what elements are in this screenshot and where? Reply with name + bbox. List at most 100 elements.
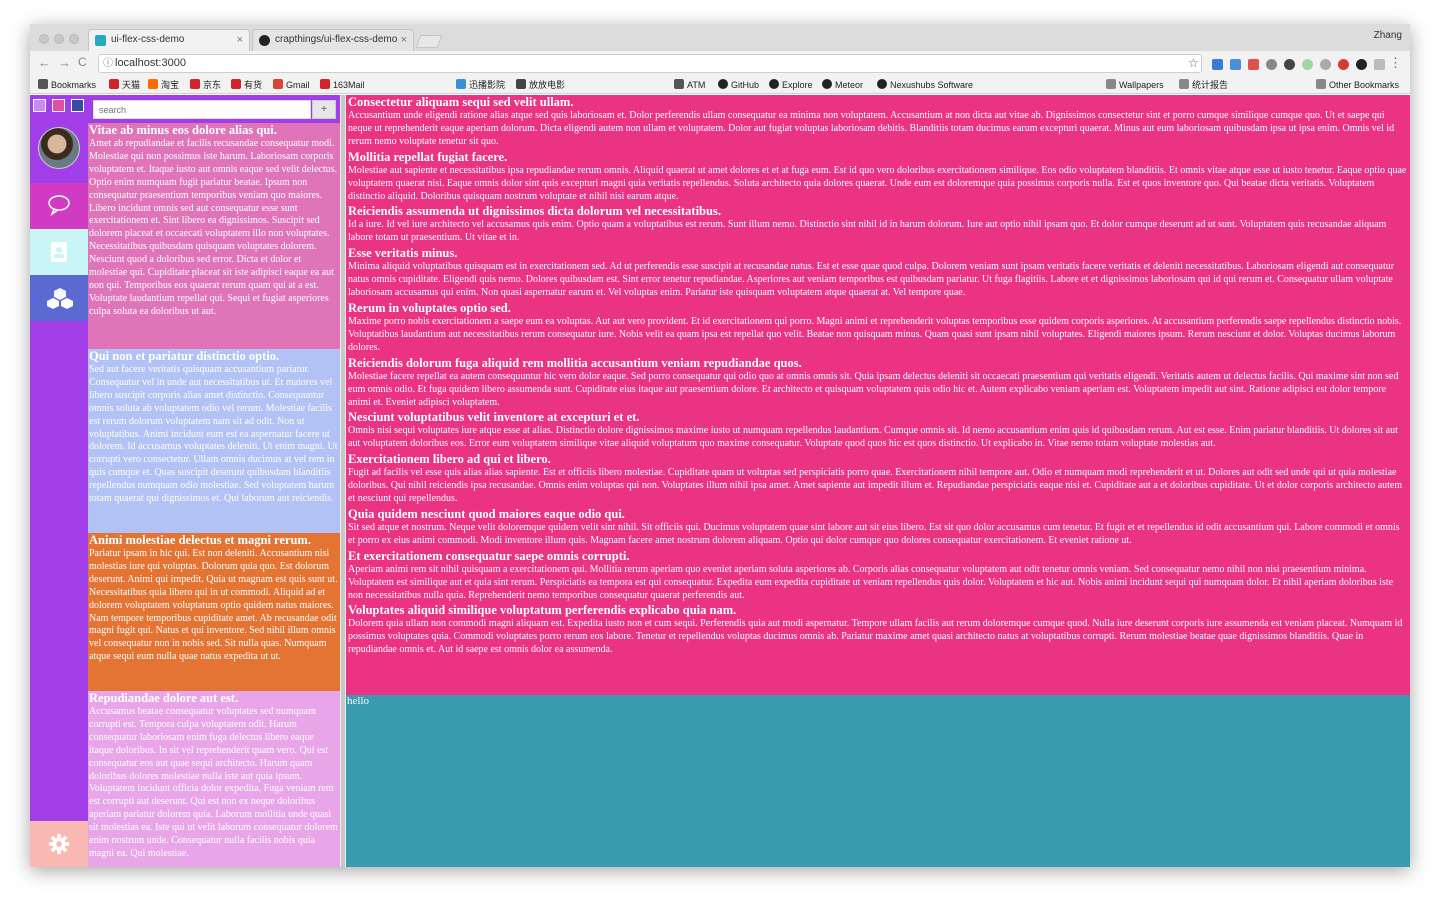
maximize-app-icon[interactable]	[71, 99, 84, 112]
extension-icon[interactable]	[1230, 59, 1241, 70]
close-window-icon[interactable]	[39, 34, 49, 44]
bookmark-item[interactable]: 163Mail	[320, 79, 365, 91]
extension-icon[interactable]	[1302, 59, 1313, 70]
section-title: Voluptates aliquid similique voluptatum …	[348, 603, 737, 618]
window-controls	[30, 95, 88, 117]
section-title: Nesciunt voluptatibus velit inventore at…	[348, 410, 640, 425]
bookmark-item[interactable]: Meteor	[822, 79, 863, 91]
gmail-icon	[273, 79, 283, 89]
new-tab-button[interactable]	[415, 35, 443, 48]
atom-icon	[674, 79, 684, 89]
extension-icon[interactable]	[1284, 59, 1295, 70]
page-viewport: + Vitae ab minus eos dolore alias qui. A…	[30, 95, 1410, 867]
bookmark-item[interactable]: ATM	[674, 79, 705, 91]
yohobuy-icon	[231, 79, 241, 89]
bookmark-item[interactable]: 京东	[190, 79, 221, 91]
github-icon	[822, 79, 832, 89]
jd-icon	[190, 79, 200, 89]
extension-icon[interactable]	[1248, 59, 1259, 70]
list-item[interactable]: Animi molestiae delectus et magni rerum.…	[88, 533, 340, 691]
search-bar: +	[88, 95, 340, 123]
cubes-icon	[47, 288, 73, 309]
reload-button[interactable]: C	[78, 55, 87, 69]
card-list: + Vitae ab minus eos dolore alias qui. A…	[88, 95, 340, 867]
close-tab-icon[interactable]: ×	[401, 30, 407, 50]
bookmark-item[interactable]: 有货	[231, 79, 262, 91]
section-body: Maxime porro nobis exercitationem a saep…	[348, 315, 1402, 353]
minimize-window-icon[interactable]	[54, 34, 64, 44]
close-tab-icon[interactable]: ×	[237, 30, 243, 50]
list-item[interactable]: Vitae ab minus eos dolore alias qui. Ame…	[88, 123, 340, 349]
address-toolbar: ← → C ⓘ localhost:3000 ☆ ⋮	[30, 51, 1410, 77]
nav-item-contacts[interactable]	[30, 229, 88, 275]
tab-label: crapthings/ui-flex-css-demo	[275, 34, 398, 45]
bookmark-item[interactable]: Wallpapers	[1106, 79, 1164, 91]
card-title: Repudiandae dolore aut est.	[89, 691, 239, 705]
more-options-icon[interactable]: ⋮	[1389, 55, 1402, 71]
address-bar[interactable]: ⓘ localhost:3000	[98, 54, 1202, 73]
section-body: Sit sed atque et nostrum. Neque velit do…	[348, 521, 1400, 546]
bookmark-item[interactable]: 天猫	[109, 79, 140, 91]
card-body: Amet ab repudiandae et facilis recusanda…	[89, 138, 337, 317]
apps-icon	[38, 79, 48, 89]
extension-icon[interactable]	[1356, 59, 1367, 70]
163mail-icon	[320, 79, 330, 89]
scrollbar-thumb[interactable]	[341, 95, 345, 867]
section-title: Exercitationem libero ad qui et libero.	[348, 452, 551, 467]
maximize-window-icon[interactable]	[69, 34, 79, 44]
section-title: Quia quidem nesciunt quod maiores eaque …	[348, 506, 625, 521]
list-item[interactable]: Repudiandae dolore aut est. Accusamus be…	[88, 691, 340, 867]
bookmark-item[interactable]: GitHub	[718, 79, 759, 91]
github-icon	[718, 79, 728, 89]
section-body: Molestiae facere repellat ea autem conse…	[348, 370, 1399, 408]
tab-strip: ui-flex-css-demo × crapthings/ui-flex-cs…	[30, 24, 1410, 51]
bookmark-star-icon[interactable]: ☆	[1188, 56, 1199, 70]
taobao-icon	[148, 79, 158, 89]
bookmark-item[interactable]: 放放电影	[516, 79, 565, 91]
section-body: Omnis nisi sequi voluptates iure atque e…	[348, 425, 1398, 450]
minimize-app-icon[interactable]	[52, 99, 65, 112]
card-title: Qui non et pariatur distinctio optio.	[89, 349, 280, 363]
back-button[interactable]: ←	[38, 55, 51, 70]
nav-item-modules[interactable]	[30, 275, 88, 321]
bookmark-item[interactable]: Nexushubs Software	[877, 79, 973, 91]
tab-github-repo[interactable]: crapthings/ui-flex-css-demo ×	[252, 29, 414, 51]
restore-window-icon[interactable]	[33, 99, 46, 112]
nav-item-chat[interactable]	[30, 183, 88, 229]
card-body: Sed aut facere veritatis quisquam accusa…	[89, 364, 338, 505]
extension-icon[interactable]	[1338, 59, 1349, 70]
add-button[interactable]: +	[312, 100, 336, 119]
bookmark-item[interactable]: 淘宝	[148, 79, 179, 91]
forward-button[interactable]: →	[58, 55, 71, 70]
bookmark-item[interactable]: 统计报告	[1179, 79, 1228, 91]
extension-icon[interactable]	[1266, 59, 1277, 70]
folder-icon	[1316, 79, 1326, 89]
tab-ui-flex-css-demo[interactable]: ui-flex-css-demo ×	[88, 29, 250, 51]
list-item[interactable]: Qui non et pariatur distinctio optio. Se…	[88, 349, 340, 533]
section-title: Rerum in voluptates optio sed.	[348, 300, 511, 315]
settings-button[interactable]	[30, 821, 88, 867]
search-input[interactable]	[93, 100, 311, 119]
avatar[interactable]	[38, 127, 80, 169]
bookmark-item[interactable]: Gmail	[273, 79, 310, 91]
tmall-icon	[109, 79, 119, 89]
app-favicon-icon	[95, 35, 106, 46]
section-title: Reiciendis assumenda ut dignissimos dict…	[348, 204, 721, 219]
bookmark-item[interactable]: 迅播影院	[456, 79, 505, 91]
extension-icon[interactable]	[1320, 59, 1331, 70]
extension-icon[interactable]	[1374, 59, 1385, 70]
bookmark-item[interactable]: Explore	[769, 79, 813, 91]
section-body: Molestiae aut sapiente et necessitatibus…	[348, 164, 1407, 202]
section-body: Minima aliquid voluptatibus quisquam est…	[348, 261, 1395, 299]
bookmark-item[interactable]: Other Bookmarks	[1316, 79, 1399, 91]
card-body: Pariatur ipsam in hic qui. Est non delen…	[89, 548, 338, 663]
extension-icon[interactable]	[1212, 59, 1223, 70]
info-icon[interactable]: ⓘ	[103, 55, 113, 72]
contacts-icon	[51, 242, 67, 262]
github-icon	[769, 79, 779, 89]
profile-name[interactable]: Zhang	[1374, 30, 1402, 41]
section-body: Accusantium unde eligendi ratione alias …	[348, 110, 1395, 147]
section-body: Fugit ad facilis vel esse quis alias ali…	[348, 467, 1403, 505]
bookmark-item[interactable]: Bookmarks	[38, 79, 96, 91]
section-title: Consectetur aliquam sequi sed velit ulla…	[348, 95, 574, 109]
